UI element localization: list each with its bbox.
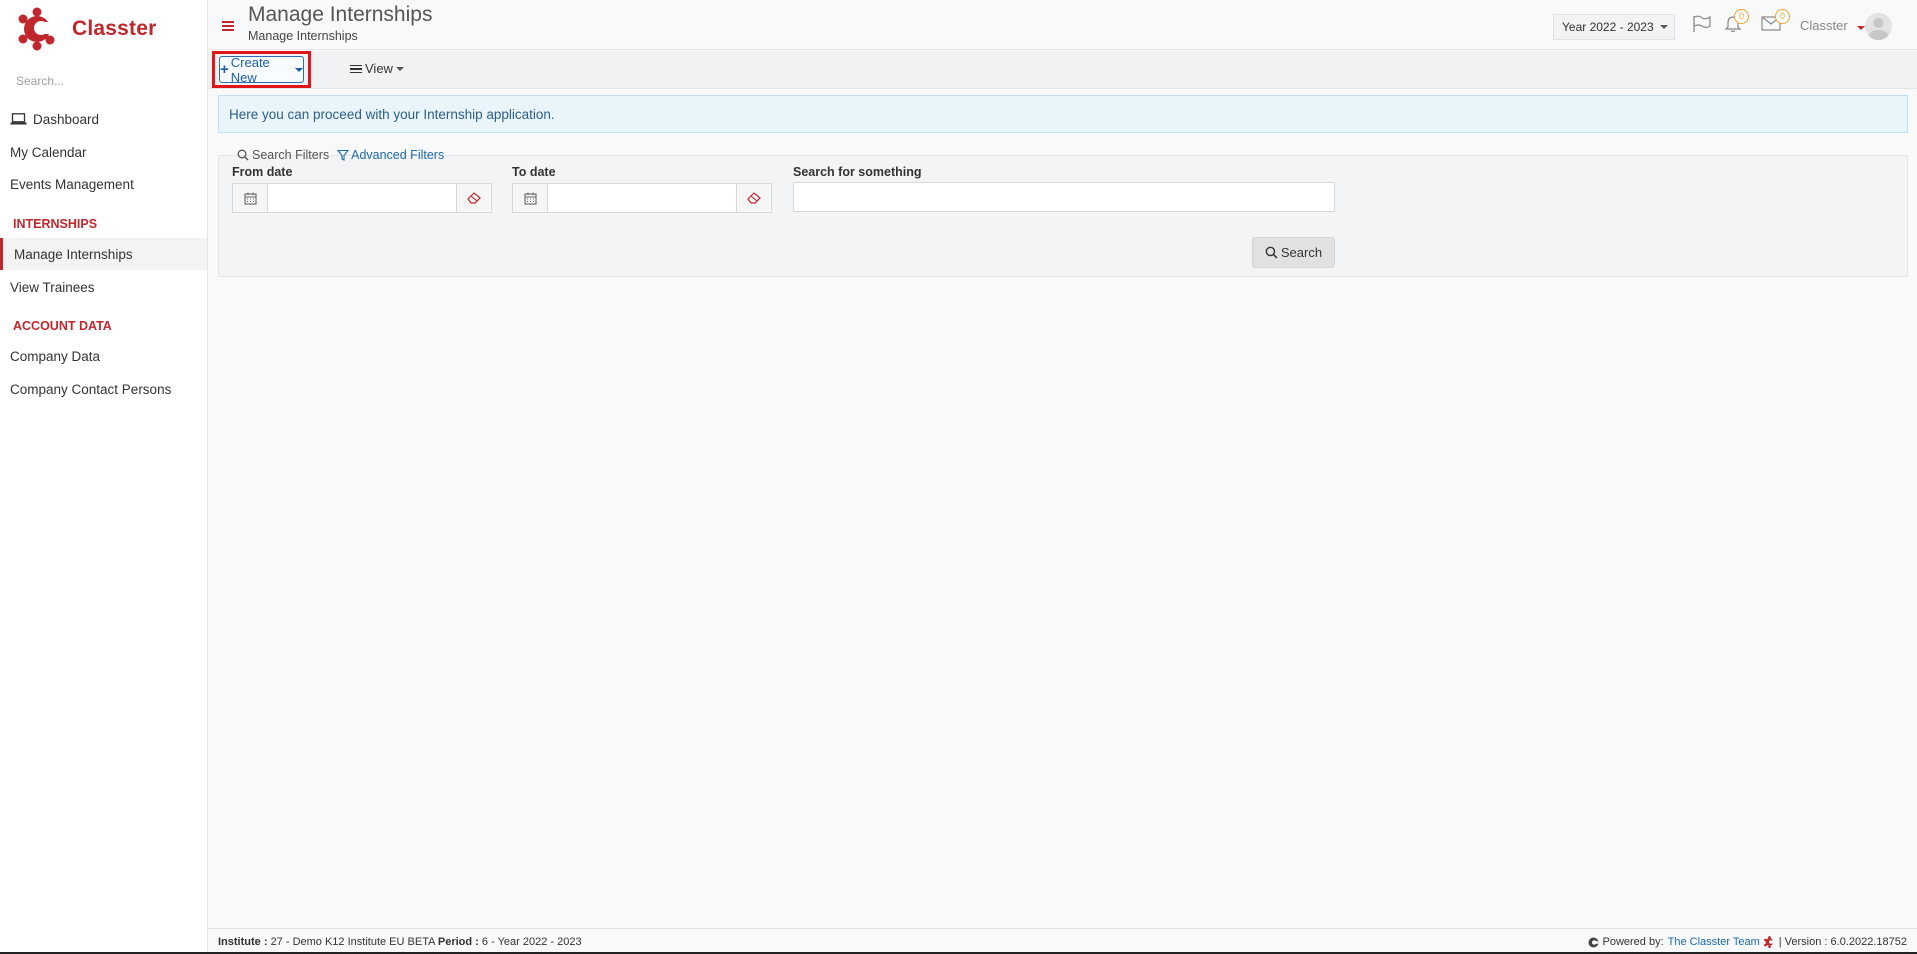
sidebar-item-company-data[interactable]: Company Data (0, 340, 207, 372)
chevron-down-icon (395, 66, 404, 71)
search-button-label: Search (1280, 245, 1323, 260)
sidebar-item-view-trainees[interactable]: View Trainees (0, 271, 207, 303)
sidebar-item-label: Events Management (10, 176, 134, 192)
toolbar: + Create New View (208, 51, 1917, 89)
from-date-input[interactable] (268, 184, 456, 212)
sidebar-item-events-management[interactable]: Events Management (0, 168, 207, 200)
chevron-down-icon (295, 67, 303, 72)
footer-powered-by: Powered by: The Classter Team | Version … (1588, 936, 1907, 948)
year-selector[interactable]: Year 2022 - 2023 (1553, 14, 1675, 40)
to-date-clear-button[interactable] (736, 184, 771, 212)
institute-value: 27 - Demo K12 Institute EU BETA (270, 936, 435, 948)
flag-icon[interactable] (1692, 15, 1712, 33)
section-heading-account-data: ACCOUNT DATA (13, 319, 112, 333)
sidebar-item-label: Manage Internships (14, 246, 133, 262)
filter-tabs: Search Filters Advanced Filters (237, 148, 444, 162)
year-selector-value: Year 2022 - 2023 (1562, 20, 1654, 34)
classter-logo-icon (1763, 936, 1775, 948)
top-header: Manage Internships Manage Internships Ye… (208, 0, 1917, 50)
breadcrumb: Manage Internships (248, 29, 358, 43)
messages-button[interactable]: 0 (1761, 9, 1790, 33)
avatar[interactable] (1865, 13, 1892, 40)
sidebar-item-company-contact-persons[interactable]: Company Contact Persons (0, 373, 207, 405)
brand-name: Classter (72, 17, 157, 40)
search-for-something-input[interactable] (793, 182, 1335, 212)
search-for-something-label: Search for something (793, 165, 922, 179)
tab-search-filters[interactable]: Search Filters (237, 148, 329, 162)
create-new-button[interactable]: + Create New (219, 54, 304, 85)
section-heading-internships: INTERNSHIPS (13, 217, 98, 231)
from-date-label: From date (232, 165, 293, 179)
version-info: | Version : 6.0.2022.18752 (1778, 936, 1907, 948)
list-icon (350, 64, 362, 74)
tab-advanced-filters-label: Advanced Filters (351, 148, 445, 162)
period-value: 6 - Year 2022 - 2023 (481, 936, 582, 948)
user-menu[interactable]: Classter (1800, 18, 1866, 33)
view-button[interactable]: View (350, 61, 404, 76)
notifications-button[interactable]: 0 (1724, 9, 1749, 33)
powered-by-label: Powered by: (1602, 936, 1664, 948)
sidebar: Classter Dashboard My Calendar Events Ma… (0, 0, 208, 954)
calendar-icon (523, 192, 537, 205)
sidebar-item-my-calendar[interactable]: My Calendar (0, 136, 207, 168)
to-date-calendar-button[interactable] (513, 184, 548, 212)
create-new-label: Create New (230, 54, 270, 85)
to-date-input[interactable] (548, 184, 736, 212)
classter-logo-icon (18, 7, 55, 51)
messages-count-badge: 0 (1775, 9, 1790, 24)
sidebar-item-label: Company Data (10, 348, 101, 364)
info-alert: Here you can proceed with your Internshi… (218, 95, 1908, 133)
sidebar-item-label: My Calendar (10, 144, 87, 160)
to-date-label: To date (512, 165, 556, 179)
page-title: Manage Internships (248, 3, 433, 26)
institute-label: Institute : (218, 936, 268, 948)
tab-advanced-filters[interactable]: Advanced Filters (337, 148, 444, 162)
sidebar-item-label: View Trainees (10, 279, 95, 295)
brand-logo[interactable]: Classter (17, 7, 156, 51)
from-date-clear-button[interactable] (456, 184, 491, 212)
sidebar-item-dashboard[interactable]: Dashboard (0, 103, 207, 135)
sidebar-search-input[interactable] (16, 74, 196, 88)
search-icon (237, 149, 249, 161)
view-label: View (365, 61, 393, 76)
eraser-icon (747, 192, 761, 204)
sidebar-item-manage-internships[interactable]: Manage Internships (0, 238, 207, 270)
from-date-group (232, 183, 492, 213)
user-name: Classter (1800, 18, 1848, 33)
search-filters-panel: Search Filters Advanced Filters From dat… (218, 148, 1908, 277)
classter-team-link[interactable]: The Classter Team (1668, 936, 1760, 948)
plus-icon: + (220, 61, 229, 78)
sidebar-item-label: Company Contact Persons (10, 381, 172, 397)
user-avatar-icon (1865, 13, 1892, 40)
search-button[interactable]: Search (1252, 237, 1335, 268)
tab-search-filters-label: Search Filters (252, 148, 330, 162)
chevron-down-icon (1659, 25, 1668, 29)
footer-institute-info: Institute : 27 - Demo K12 Institute EU B… (218, 936, 582, 948)
notifications-count-badge: 0 (1734, 9, 1749, 24)
laptop-icon (10, 113, 27, 125)
footer: Institute : 27 - Demo K12 Institute EU B… (208, 928, 1917, 954)
period-label: Period : (437, 936, 479, 948)
to-date-group (512, 183, 772, 213)
search-icon (1265, 246, 1278, 259)
filter-icon (337, 149, 350, 161)
eraser-icon (467, 192, 481, 204)
sidebar-item-label: Dashboard (33, 111, 100, 127)
hamburger-menu-icon[interactable] (222, 21, 234, 31)
classter-circle-icon (1588, 937, 1599, 947)
calendar-icon (243, 192, 257, 205)
from-date-calendar-button[interactable] (233, 184, 268, 212)
